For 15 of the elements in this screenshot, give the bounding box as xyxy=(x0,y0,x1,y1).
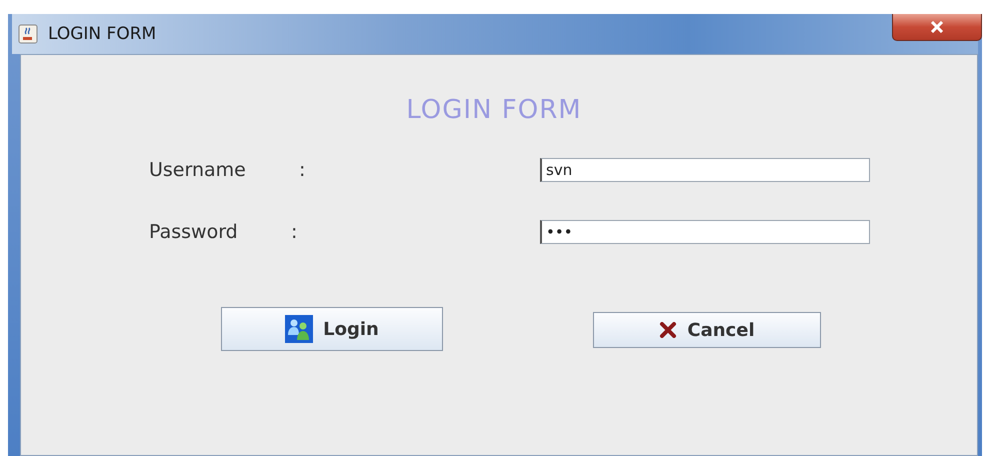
form-heading: LOGIN FORM xyxy=(406,95,582,125)
cancel-button[interactable]: Cancel xyxy=(593,312,821,348)
people-icon xyxy=(285,315,314,343)
login-button[interactable]: Login xyxy=(221,307,443,351)
close-button[interactable] xyxy=(892,14,982,41)
cup-icon xyxy=(18,24,38,44)
field-label: Password xyxy=(149,221,239,243)
field-label: Username xyxy=(149,159,247,181)
window-title: LOGIN FORM xyxy=(48,24,156,44)
close-icon xyxy=(930,21,944,33)
input-field[interactable]: svn xyxy=(540,158,870,182)
label-colon: : xyxy=(291,221,298,243)
cross-icon xyxy=(659,322,678,338)
input-field[interactable]: ••• xyxy=(540,220,870,244)
label-colon: : xyxy=(299,159,306,181)
